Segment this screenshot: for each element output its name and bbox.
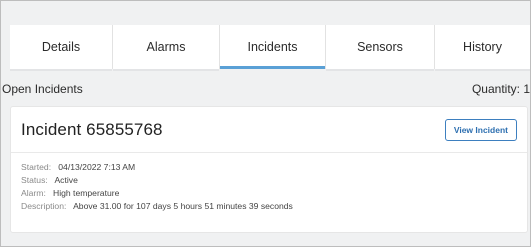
status-value: Active [54, 175, 78, 185]
started-row: Started: 04/13/2022 7:13 AM [21, 161, 517, 174]
alarm-label: Alarm: [21, 188, 51, 198]
tab-details[interactable]: Details [10, 25, 113, 71]
tab-shadow [10, 69, 112, 71]
alarm-value: High temperature [53, 188, 120, 198]
tab-label: Incidents [247, 40, 298, 54]
tab-sensors[interactable]: Sensors [326, 25, 435, 71]
top-band [1, 1, 530, 25]
quantity-count: Quantity: 1 [471, 82, 530, 96]
status-label: Status: [21, 175, 53, 185]
section-header: Open Incidents Quantity: 1 [2, 80, 530, 98]
incident-card-header: Incident 65855768 View Incident [11, 107, 527, 153]
description-row: Description: Above 31.00 for 107 days 5 … [21, 200, 517, 213]
section-title: Open Incidents [2, 82, 83, 96]
alarm-row: Alarm: High temperature [21, 187, 517, 200]
description-label: Description: [21, 201, 72, 211]
incident-card: Incident 65855768 View Incident Started:… [10, 106, 528, 233]
status-row: Status: Active [21, 174, 517, 187]
active-tab-indicator [220, 66, 325, 69]
description-value: Above 31.00 for 107 days 5 hours 51 minu… [73, 201, 293, 211]
tab-shadow [326, 69, 434, 71]
incident-details: Started: 04/13/2022 7:13 AM Status: Acti… [11, 153, 527, 221]
tab-label: Details [41, 40, 81, 54]
view-incident-button[interactable]: View Incident [444, 118, 517, 141]
tab-label: Sensors [357, 40, 403, 54]
tab-label: Alarms [146, 40, 186, 54]
incident-title: Incident 65855768 [21, 119, 163, 139]
tab-bar: Details Alarms Incidents Sensors History [10, 25, 530, 71]
tab-alarms[interactable]: Alarms [113, 25, 220, 71]
started-value: 04/13/2022 7:13 AM [58, 162, 136, 172]
started-label: Started: [21, 162, 56, 172]
tab-history[interactable]: History [435, 25, 530, 71]
tab-shadow [113, 69, 219, 71]
tab-incidents[interactable]: Incidents [220, 25, 326, 69]
tab-shadow [435, 69, 530, 71]
tab-label: History [463, 40, 502, 54]
